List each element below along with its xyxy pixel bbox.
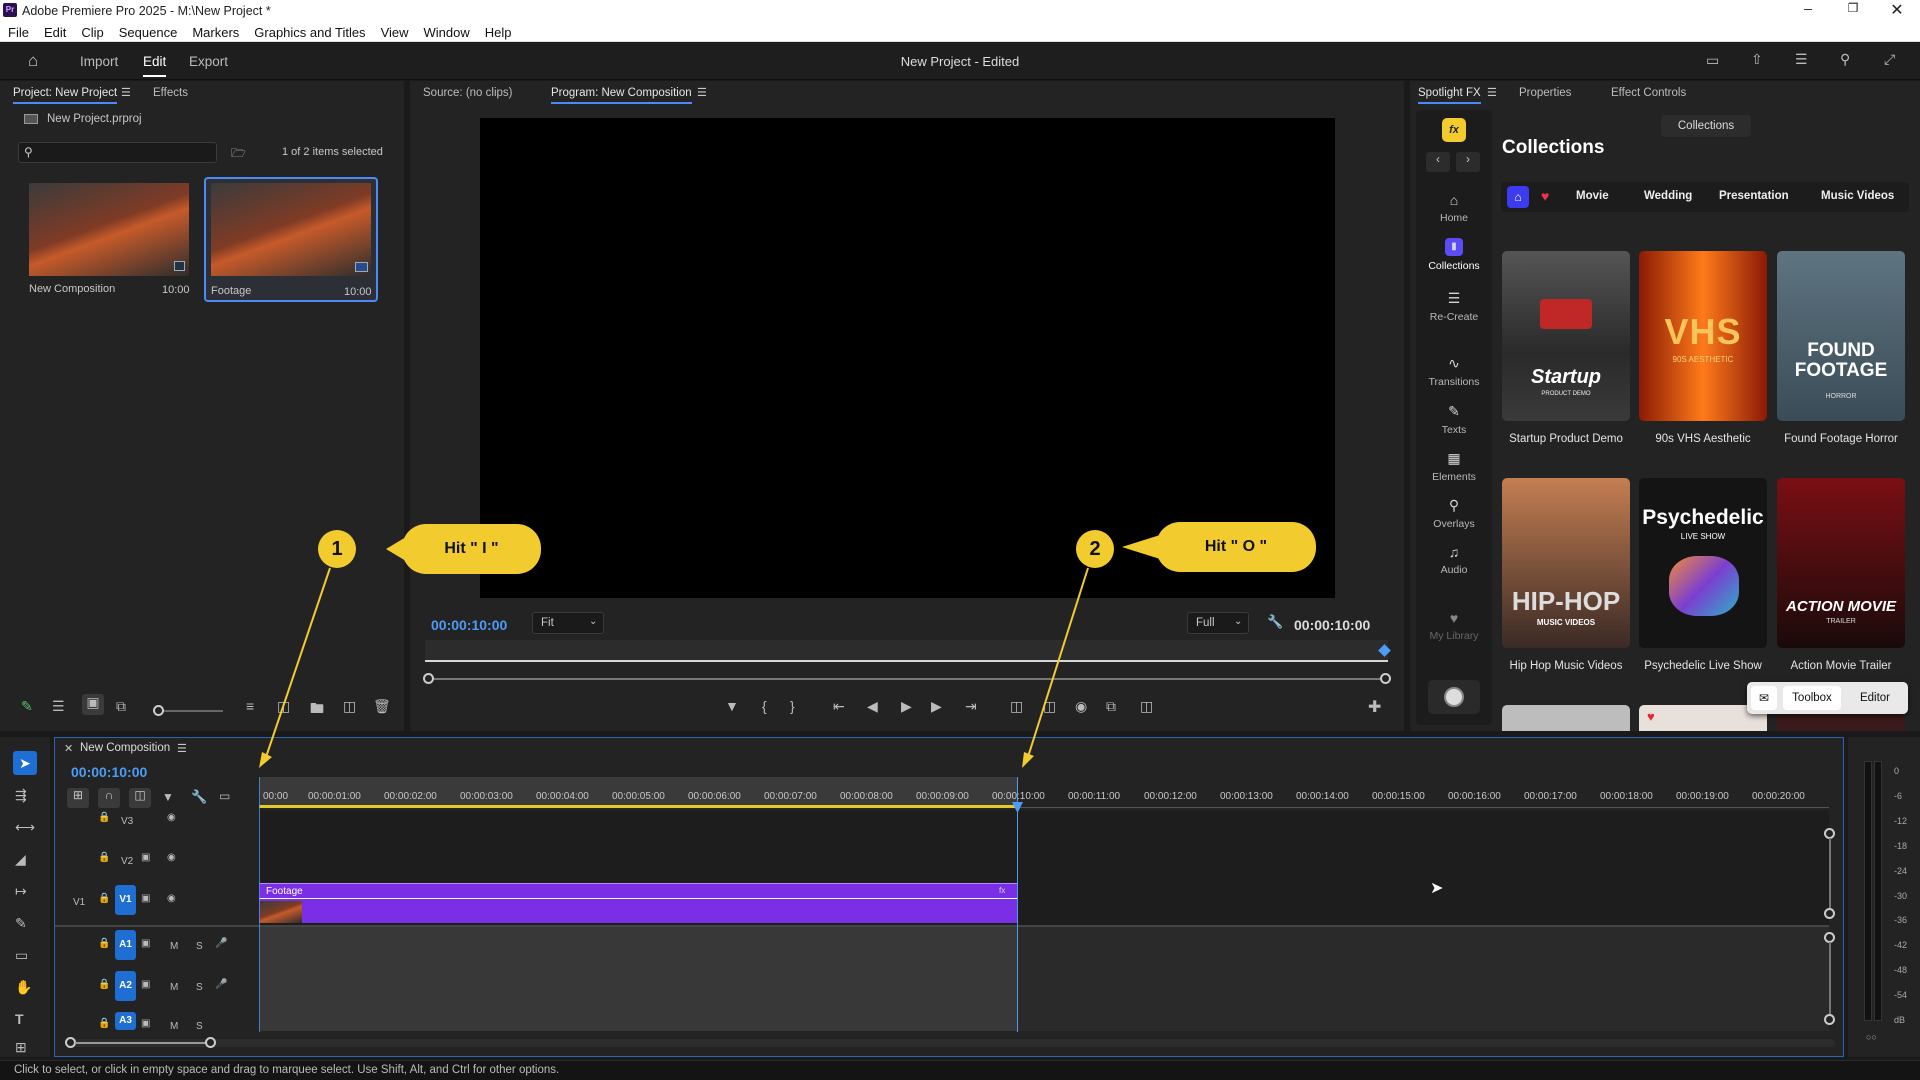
callout-hit-o: Hit " O ": [1156, 522, 1316, 572]
callout-hit-i: Hit " I ": [402, 524, 541, 574]
step-2-badge: 2: [1076, 530, 1114, 568]
callout-2-pointer: [1122, 535, 1160, 559]
annotation-arrows: [259, 535, 1160, 768]
arrow-2-line: [1026, 567, 1089, 761]
arrow-1-line: [264, 567, 331, 761]
arrow-2-head: [1022, 752, 1034, 768]
step-1-badge: 1: [318, 530, 356, 568]
arrow-1-head: [259, 752, 272, 768]
